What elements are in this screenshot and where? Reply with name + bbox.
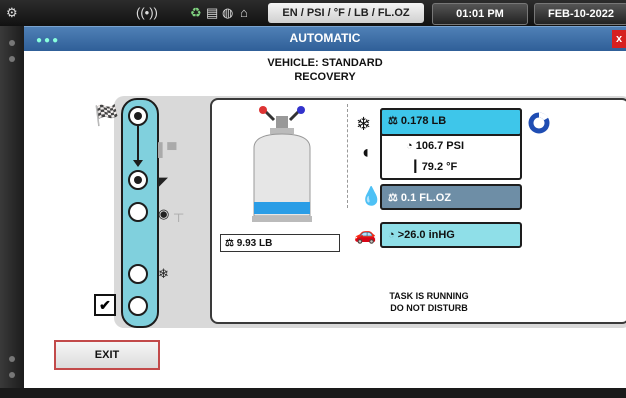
step-charge[interactable]	[128, 264, 148, 284]
car-icon: 🚗	[354, 224, 377, 244]
vehicle-label: VEHICLE: STANDARD	[267, 57, 383, 69]
thermometer-icon: ┃	[412, 161, 422, 173]
left-rail	[0, 26, 24, 388]
temperature-row: ┃ 79.2 °F	[412, 160, 457, 173]
status-bar: ⚙ ((•)) ♻ ▤ ◍ ⌂ EN / PSI / °F / LB / FL.…	[0, 0, 626, 26]
window-title: AUTOMATIC	[289, 31, 361, 45]
snowflake-icon: ❄	[158, 266, 169, 281]
bottom-bar	[0, 388, 626, 398]
snowflake-icon: ❄	[356, 114, 372, 134]
vehicle-info: VEHICLE: STANDARD RECOVERY	[24, 56, 626, 84]
gauge-icon: ◔	[388, 229, 398, 241]
vacuum-box: ◔ >26.0 inHG	[380, 222, 522, 248]
settings-icon[interactable]: ⚙	[6, 5, 18, 21]
tank-icon: ▌▀	[158, 142, 177, 157]
step-oil[interactable]	[128, 202, 148, 222]
title-bar: ●●● AUTOMATIC x	[24, 26, 626, 51]
rail-dot	[9, 40, 15, 46]
oil-icon: ◉	[158, 206, 170, 221]
oil-volume: 0.1 FL.OZ	[400, 192, 452, 204]
gauge-icon: ◔	[406, 140, 416, 152]
oil-icon: ⚖	[388, 192, 401, 204]
date-display: FEB-10-2022	[534, 3, 626, 25]
arrow-down-icon	[133, 160, 143, 167]
main-window: ●●● AUTOMATIC x VEHICLE: STANDARD RECOVE…	[24, 26, 626, 388]
wifi-icon[interactable]: ((•))	[136, 5, 158, 21]
checkered-flag-icon: 🏁	[94, 105, 119, 127]
checkbox-icon: ✔	[94, 294, 116, 316]
task-status: TASK IS RUNNING DO NOT DISTURB	[324, 290, 534, 314]
pressure-row: ◔ 106.7 PSI	[406, 140, 464, 152]
rail-dot	[9, 372, 15, 378]
scale-icon: ⚖	[388, 115, 401, 127]
vacuum-value: >26.0 inHG	[397, 229, 455, 241]
cylinder-icon: ◖	[360, 142, 371, 162]
car-icon: ◤	[158, 174, 168, 189]
units-display[interactable]: EN / PSI / °F / LB / FL.OZ	[268, 3, 424, 23]
task-status-line1: TASK IS RUNNING	[389, 291, 469, 301]
step-connector	[137, 121, 139, 163]
time-display: 01:01 PM	[432, 3, 528, 25]
tank-weight-display: ⚖ 9.93 LB	[220, 234, 340, 252]
document-icon[interactable]: ▤	[206, 5, 218, 21]
weight-icon: ⚖	[225, 238, 234, 249]
close-button[interactable]: x	[612, 30, 626, 48]
pump-icon: ┬	[174, 206, 184, 221]
exit-button[interactable]: EXIT	[54, 340, 160, 370]
tank-icon	[252, 106, 312, 222]
refrigerant-weight: 0.178 LB	[400, 115, 447, 127]
divider	[347, 104, 348, 208]
task-status-line2: DO NOT DISTURB	[390, 303, 468, 313]
globe-icon[interactable]: ◍	[222, 5, 233, 21]
step-recovery[interactable]	[128, 106, 148, 126]
progress-ring-icon	[528, 112, 550, 134]
rail-dot	[9, 356, 15, 362]
recycle-icon: ♻	[190, 5, 202, 20]
refrigerant-weight-box: ⚖ 0.178 LB	[380, 108, 522, 136]
step-complete[interactable]	[128, 296, 148, 316]
pressure-value: 106.7 PSI	[415, 140, 465, 152]
mode-label: RECOVERY	[294, 71, 356, 83]
temperature-value: 79.2 °F	[421, 161, 458, 173]
step-vacuum[interactable]	[128, 170, 148, 190]
rail-dot	[9, 56, 15, 62]
tank-weight-value: 9.93 LB	[236, 238, 273, 249]
oil-volume-box: ⚖ 0.1 FL.OZ	[380, 184, 522, 210]
car-icon: ⌂	[240, 5, 248, 20]
